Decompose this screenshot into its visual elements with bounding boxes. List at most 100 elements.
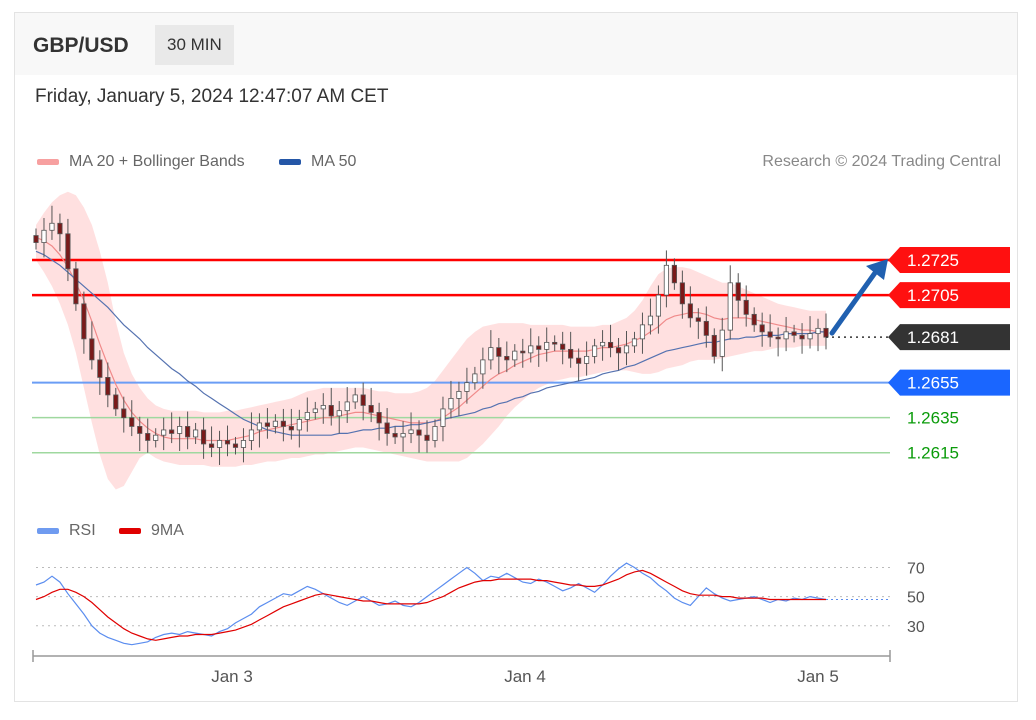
- candle-body: [599, 341, 606, 347]
- candle-body: [440, 408, 446, 427]
- candle-body: [360, 394, 366, 406]
- candle-body: [448, 398, 454, 410]
- candle-body: [823, 327, 829, 338]
- candle-body: [488, 347, 494, 361]
- candle-body: [408, 429, 414, 434]
- candle-body: [639, 324, 646, 340]
- candle-body: [121, 408, 127, 419]
- candle-body: [208, 443, 215, 448]
- candle-body: [584, 355, 590, 364]
- rsi-tick-70: 70: [907, 560, 925, 577]
- candle-body: [368, 405, 374, 413]
- candle-body: [89, 338, 95, 361]
- candle-body: [264, 422, 270, 427]
- candle-body: [815, 327, 821, 335]
- rsi-panel: 70 50 30: [35, 560, 925, 646]
- last-price-label-text: 1.2681: [907, 328, 959, 347]
- rsi-9ma-line: [35, 569, 826, 641]
- price-chart[interactable]: 1.2725 1.2705 1.2681 1.2655 1.2635 1.2615 70 5…: [0, 0, 1036, 720]
- candle-body: [352, 394, 358, 403]
- candle-body: [137, 426, 143, 434]
- candle-body: [711, 334, 717, 357]
- candle-body: [647, 315, 654, 326]
- candle-body: [49, 222, 55, 231]
- candle-body: [568, 348, 574, 359]
- candle-body: [201, 429, 207, 445]
- bollinger-band-area: [36, 191, 826, 490]
- candle-body: [328, 405, 334, 417]
- candle-body: [153, 434, 159, 441]
- x-tick-label-0: Jan 3: [211, 667, 253, 686]
- candle-body: [193, 429, 199, 438]
- candle-body: [783, 331, 789, 340]
- candle-body: [496, 347, 502, 357]
- x-tick-label-1: Jan 4: [504, 667, 546, 686]
- candle-body: [232, 443, 239, 448]
- candle-body: [552, 341, 558, 345]
- candle-body: [727, 282, 733, 331]
- rsi-tick-30: 30: [907, 619, 925, 636]
- candle-body: [775, 336, 781, 340]
- candle-body: [655, 294, 661, 317]
- candle-body: [424, 434, 430, 441]
- candle-body: [512, 350, 518, 361]
- candle-body: [743, 299, 749, 315]
- candle-body: [560, 343, 566, 350]
- candle-body: [528, 345, 534, 354]
- candle-body: [576, 357, 582, 364]
- candle-body: [615, 347, 622, 354]
- candle-body: [296, 419, 302, 431]
- candle-body: [320, 405, 326, 410]
- candle-body: [384, 422, 390, 434]
- candle-body: [280, 420, 286, 427]
- candle-body: [807, 333, 813, 340]
- candle-body: [791, 331, 797, 336]
- candle-body: [73, 268, 79, 305]
- candle-body: [631, 338, 638, 347]
- candle-body: [695, 317, 701, 322]
- candle-body: [719, 329, 725, 357]
- rsi-tick-50: 50: [907, 590, 925, 607]
- candle-body: [520, 350, 526, 354]
- candle-body: [41, 229, 47, 243]
- candle-body: [504, 355, 510, 361]
- time-axis: Jan 3 Jan 4 Jan 5: [32, 650, 891, 686]
- bollinger-bands: [36, 191, 826, 490]
- candle-body: [663, 264, 669, 296]
- candle-body: [304, 412, 310, 420]
- candle-body: [592, 345, 598, 357]
- candle-body: [480, 359, 486, 375]
- candle-body: [177, 426, 183, 434]
- candle-body: [312, 408, 318, 413]
- candle-body: [759, 324, 765, 333]
- resistance-1-label-text: 1.2705: [907, 286, 959, 305]
- candle-body: [145, 433, 151, 441]
- candle-body: [256, 422, 263, 431]
- forecast-arrow-shaft: [829, 267, 880, 336]
- candle-body: [671, 264, 677, 284]
- candle-body: [767, 331, 773, 338]
- candle-body: [288, 426, 294, 431]
- candle-body: [456, 391, 462, 399]
- candle-body: [432, 426, 438, 441]
- candle-body: [129, 417, 135, 427]
- candle-body: [224, 440, 231, 445]
- candle-body: [161, 429, 167, 436]
- candle-body: [185, 426, 191, 438]
- candle-body: [336, 410, 342, 417]
- candle-body: [607, 341, 614, 349]
- candle-body: [240, 440, 247, 448]
- candle-body: [57, 222, 63, 235]
- candle-body: [799, 334, 805, 340]
- candle-body: [679, 282, 685, 305]
- support-2-label: 1.2615: [907, 444, 959, 463]
- candle-body: [472, 373, 478, 384]
- candle-body: [464, 382, 470, 392]
- candle-body: [248, 429, 255, 441]
- candle-body: [544, 341, 550, 350]
- candle-body: [97, 359, 103, 378]
- x-tick-label-2: Jan 5: [797, 667, 839, 686]
- candle-body: [344, 401, 350, 412]
- candle-body: [536, 345, 542, 350]
- candle-body: [687, 303, 693, 319]
